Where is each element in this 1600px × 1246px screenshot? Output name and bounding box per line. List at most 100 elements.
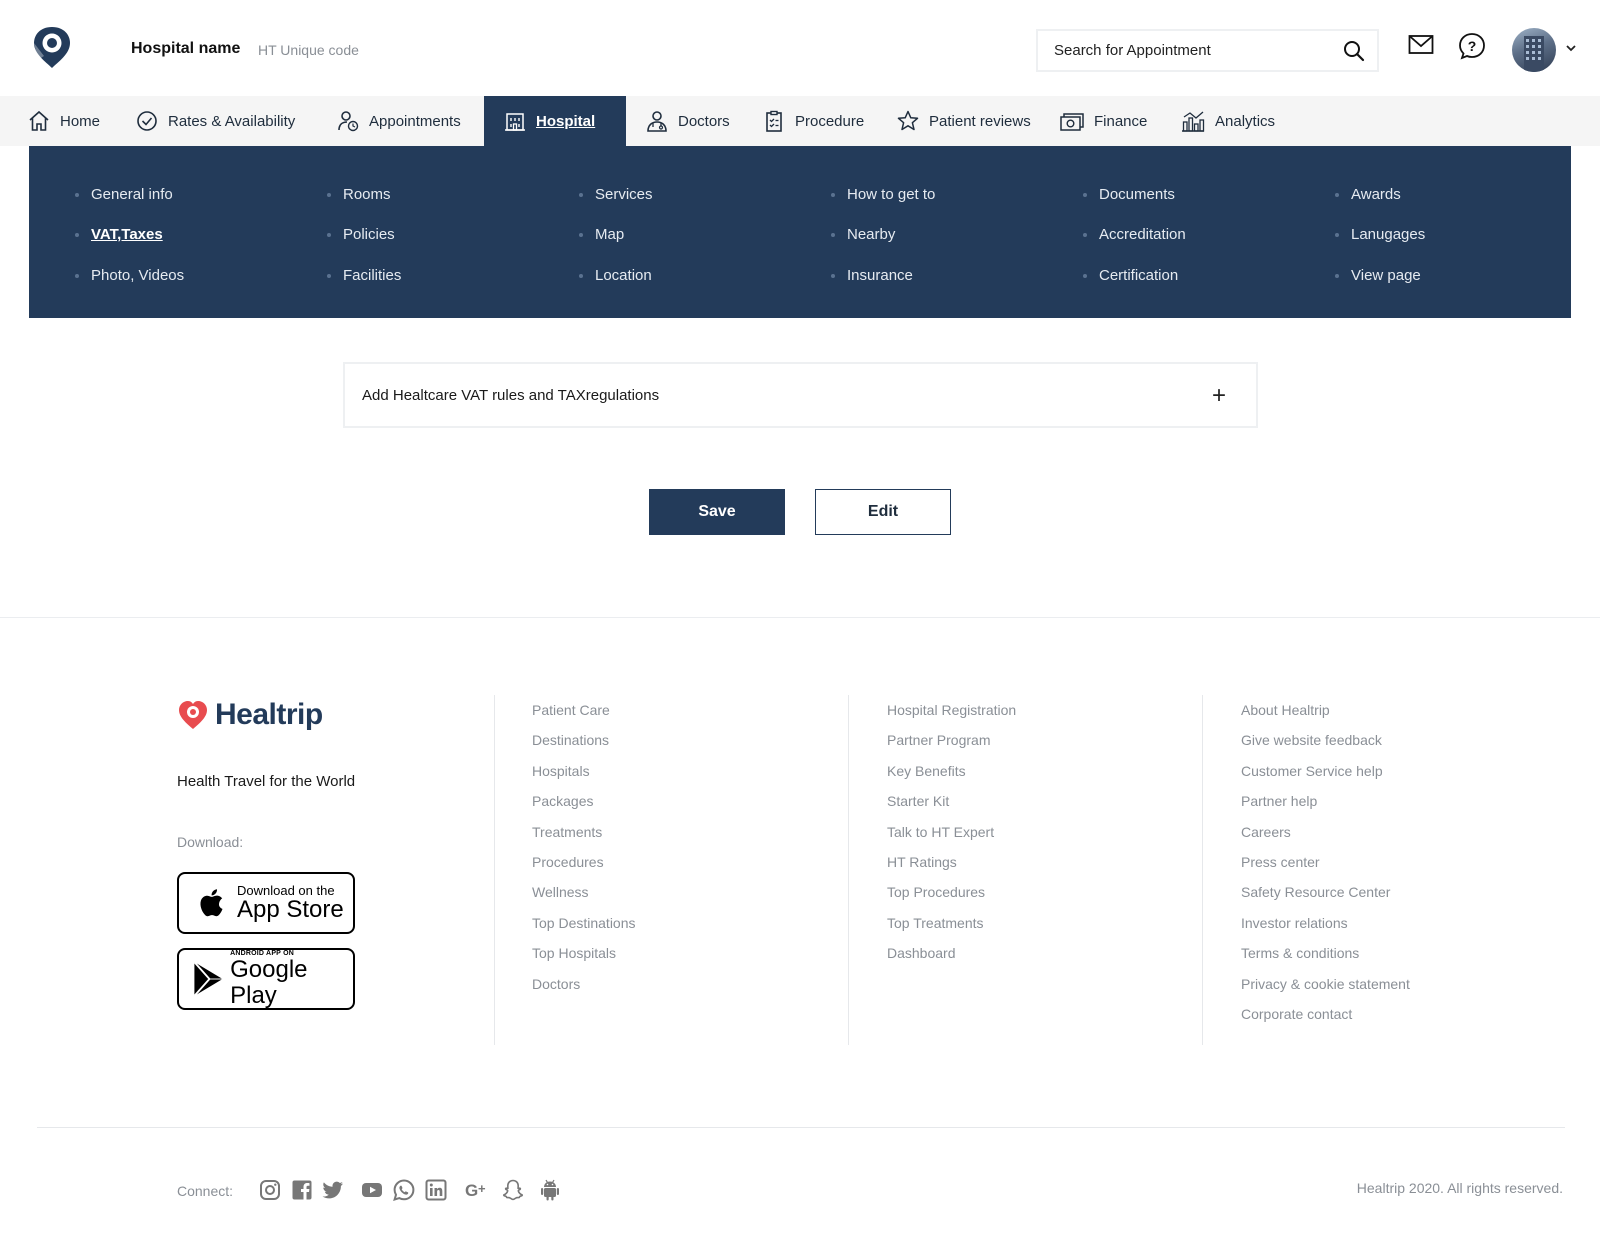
footer-link[interactable]: Partner Program bbox=[887, 732, 1016, 762]
google-play-badge[interactable]: ANDROID APP ON Google Play bbox=[177, 948, 355, 1010]
healtrip-logo-icon bbox=[179, 701, 207, 729]
nav-appointments[interactable]: Appointments bbox=[337, 96, 461, 146]
submenu-rooms[interactable]: Rooms bbox=[327, 186, 391, 203]
whatsapp-icon[interactable] bbox=[392, 1178, 416, 1202]
footer-link[interactable]: Hospitals bbox=[532, 763, 636, 793]
submenu-label: Awards bbox=[1351, 186, 1401, 203]
mail-icon[interactable] bbox=[1408, 34, 1434, 56]
google-play-big-text: Google Play bbox=[230, 956, 308, 1009]
footer-link[interactable]: Give website feedback bbox=[1241, 732, 1410, 762]
money-icon bbox=[1060, 113, 1084, 131]
submenu-location[interactable]: Location bbox=[579, 267, 652, 284]
nav-patient-reviews[interactable]: Patient reviews bbox=[897, 96, 1031, 146]
footer-link[interactable]: HT Ratings bbox=[887, 854, 1016, 884]
footer-link[interactable]: Customer Service help bbox=[1241, 763, 1410, 793]
snapchat-icon[interactable] bbox=[501, 1178, 525, 1202]
add-vat-rules-row[interactable]: Add Healtcare VAT rules and TAXregulatio… bbox=[343, 362, 1258, 428]
nav-rates-availability[interactable]: Rates & Availability bbox=[136, 96, 295, 146]
footer-link[interactable]: Packages bbox=[532, 793, 636, 823]
plus-icon[interactable]: + bbox=[1212, 384, 1226, 408]
submenu-nearby[interactable]: Nearby bbox=[831, 226, 895, 243]
footer-link[interactable]: Top Hospitals bbox=[532, 945, 636, 975]
bullet bbox=[579, 192, 583, 197]
instagram-icon[interactable] bbox=[258, 1178, 282, 1202]
submenu-services[interactable]: Services bbox=[579, 186, 653, 203]
submenu-documents[interactable]: Documents bbox=[1083, 186, 1175, 203]
avatar[interactable] bbox=[1512, 28, 1556, 72]
submenu-label: Certification bbox=[1099, 267, 1179, 284]
nav-procedure[interactable]: Procedure bbox=[763, 96, 864, 146]
submenu-how-to-get-to[interactable]: How to get to bbox=[831, 186, 935, 203]
footer-link[interactable]: Press center bbox=[1241, 854, 1410, 884]
google-plus-icon[interactable]: G + bbox=[464, 1178, 492, 1202]
footer-link[interactable]: Key Benefits bbox=[887, 763, 1016, 793]
footer-link[interactable]: Terms & conditions bbox=[1241, 945, 1410, 975]
submenu-policies[interactable]: Policies bbox=[327, 226, 395, 243]
submenu-label: Accreditation bbox=[1099, 226, 1186, 243]
help-icon[interactable]: ? bbox=[1458, 32, 1486, 60]
nav-label: Home bbox=[60, 112, 101, 130]
youtube-icon[interactable] bbox=[360, 1178, 384, 1202]
submenu-certification[interactable]: Certification bbox=[1083, 267, 1178, 284]
footer-link[interactable]: Dashboard bbox=[887, 945, 1016, 975]
footer-link[interactable]: Top Procedures bbox=[887, 884, 1016, 914]
submenu-languages[interactable]: Lanugages bbox=[1335, 226, 1425, 243]
hospital-logo-icon[interactable] bbox=[28, 24, 76, 70]
footer-link[interactable]: Talk to HT Expert bbox=[887, 824, 1016, 854]
footer-link[interactable]: Top Treatments bbox=[887, 915, 1016, 945]
submenu-label: Map bbox=[595, 226, 625, 243]
submenu-facilities[interactable]: Facilities bbox=[327, 267, 401, 284]
footer-link[interactable]: Corporate contact bbox=[1241, 1006, 1410, 1036]
footer-link[interactable]: Starter Kit bbox=[887, 793, 1016, 823]
chevron-down-icon[interactable] bbox=[1566, 44, 1576, 52]
app-store-badge[interactable]: Download on the App Store bbox=[177, 872, 355, 934]
nav-home[interactable]: Home bbox=[28, 96, 100, 146]
nav-analytics[interactable]: Analytics bbox=[1181, 96, 1275, 146]
submenu-label: Photo, Videos bbox=[91, 267, 185, 284]
edit-button[interactable]: Edit bbox=[815, 489, 951, 535]
submenu-accreditation[interactable]: Accreditation bbox=[1083, 226, 1186, 243]
column-separator bbox=[494, 695, 495, 1045]
facebook-icon[interactable] bbox=[290, 1178, 314, 1202]
nav-finance[interactable]: Finance bbox=[1060, 96, 1147, 146]
submenu-insurance[interactable]: Insurance bbox=[831, 267, 913, 284]
submenu-awards[interactable]: Awards bbox=[1335, 186, 1401, 203]
footer-link[interactable]: Careers bbox=[1241, 824, 1410, 854]
footer-link[interactable]: Wellness bbox=[532, 884, 636, 914]
submenu-vat-taxes[interactable]: VAT,Taxes bbox=[75, 226, 163, 243]
footer-link[interactable]: Partner help bbox=[1241, 793, 1410, 823]
app-store-small-text: Download on the bbox=[237, 882, 335, 898]
footer-link[interactable]: Privacy & cookie statement bbox=[1241, 976, 1410, 1006]
nav-label: Analytics bbox=[1215, 112, 1276, 130]
user-clock-icon bbox=[338, 111, 359, 132]
nav-label: Rates & Availability bbox=[168, 112, 296, 130]
footer-link[interactable]: Patient Care bbox=[532, 702, 636, 732]
submenu-photo-videos[interactable]: Photo, Videos bbox=[75, 267, 184, 284]
save-button[interactable]: Save bbox=[649, 489, 785, 535]
search-input[interactable] bbox=[1054, 42, 1334, 59]
footer-link[interactable]: Treatments bbox=[532, 824, 636, 854]
footer-link[interactable]: Top Destinations bbox=[532, 915, 636, 945]
footer-link[interactable]: Investor relations bbox=[1241, 915, 1410, 945]
submenu-label: Facilities bbox=[343, 267, 402, 284]
download-label: Download: bbox=[177, 834, 244, 850]
search-box bbox=[1036, 29, 1379, 72]
footer-brand[interactable]: Healtrip bbox=[177, 698, 323, 732]
footer-link[interactable]: Destinations bbox=[532, 732, 636, 762]
footer-link[interactable]: Hospital Registration bbox=[887, 702, 1016, 732]
linkedin-icon[interactable] bbox=[424, 1178, 448, 1202]
submenu-general-info[interactable]: General info bbox=[75, 186, 173, 203]
footer-link[interactable]: Safety Resource Center bbox=[1241, 884, 1410, 914]
submenu-view-page[interactable]: View page bbox=[1335, 267, 1421, 284]
footer-link[interactable]: Procedures bbox=[532, 854, 636, 884]
nav-doctors[interactable]: Doctors bbox=[646, 96, 730, 146]
android-icon[interactable] bbox=[538, 1178, 562, 1202]
search-icon[interactable] bbox=[1343, 40, 1365, 62]
nav-hospital[interactable]: Hospital bbox=[484, 96, 626, 146]
footer-link[interactable]: About Healtrip bbox=[1241, 702, 1410, 732]
footer-link[interactable]: Doctors bbox=[532, 976, 636, 1006]
bullet bbox=[831, 232, 835, 237]
bullet bbox=[1335, 192, 1339, 197]
twitter-icon[interactable] bbox=[321, 1178, 345, 1202]
submenu-map[interactable]: Map bbox=[579, 226, 624, 243]
